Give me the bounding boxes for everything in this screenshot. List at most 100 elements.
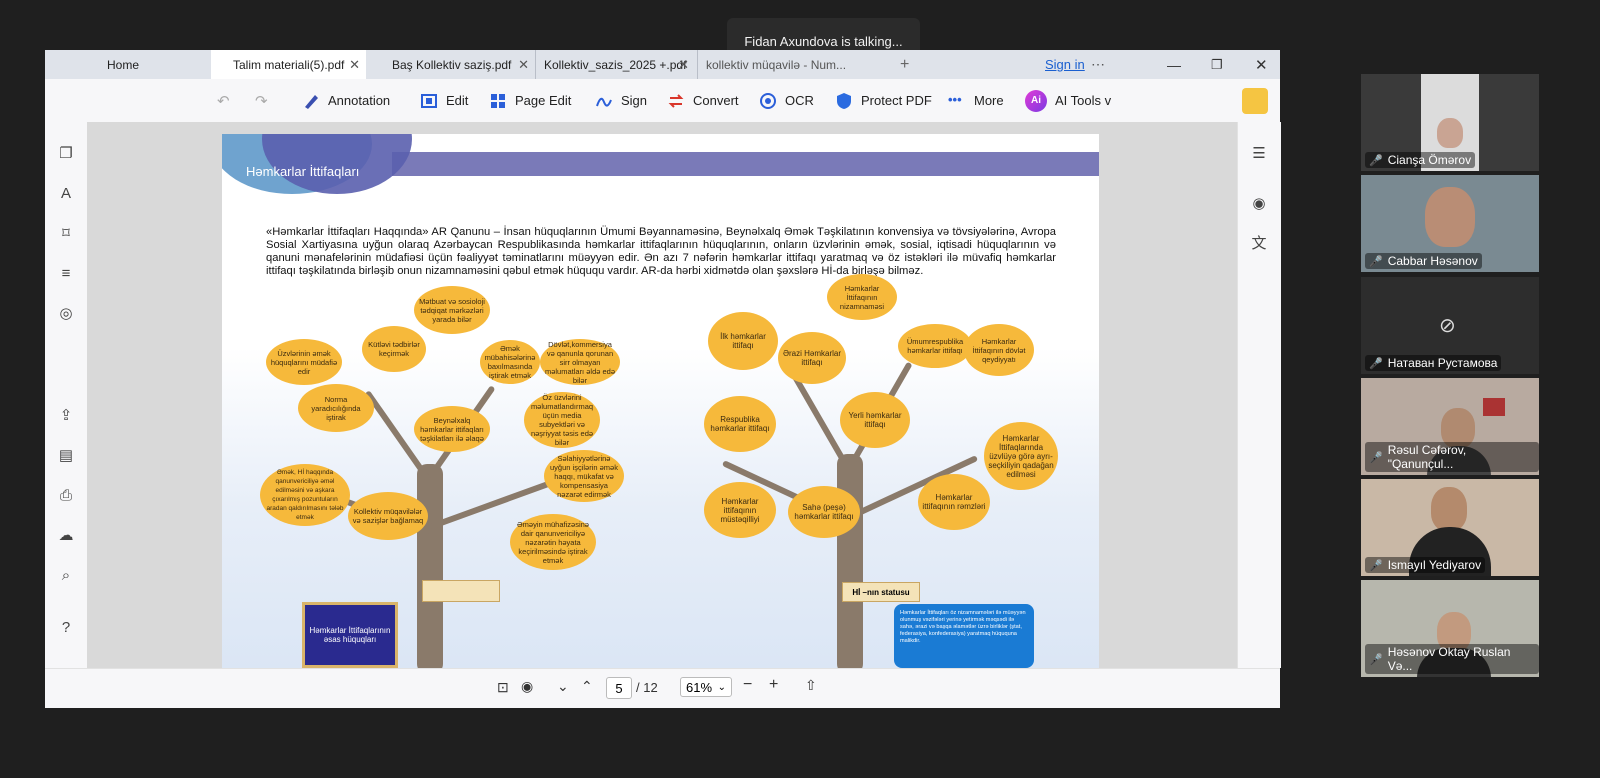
left-sign: Həmkarlar İttifaqlarının əsas hüquqları: [302, 602, 398, 668]
leaf-left-3: Kütləvi tədbirlər keçirmək: [362, 326, 426, 372]
close-icon[interactable]: ✕: [678, 57, 689, 73]
close-icon[interactable]: ✕: [518, 57, 529, 73]
upload-icon[interactable]: ⇧: [805, 677, 817, 694]
tab-label: Baş Kollektiv saziş.pdf: [392, 57, 512, 72]
pages-icon[interactable]: ❐: [56, 144, 76, 164]
sign-in-label: Sign in: [1045, 57, 1085, 72]
ai-tools-label: AI Tools v: [1055, 93, 1112, 108]
assistant-bot-icon[interactable]: ◉: [1249, 194, 1269, 214]
leaf-left-5: Dövlət,kommersiya və qanunla qorunan sir…: [540, 339, 620, 385]
new-tab-icon[interactable]: +: [900, 50, 920, 79]
tab-home[interactable]: Home: [107, 50, 227, 79]
tab-kollektiv-sazis-2025[interactable]: Kollektiv_sazis_2025 +.pdf ✕: [535, 50, 695, 79]
next-page-icon[interactable]: ⌄: [557, 678, 569, 695]
pdf-page: Həmkarlar İttifaqları «Həmkarlar İttifaq…: [222, 134, 1099, 668]
participant-tile[interactable]: 🎤 Cianşa Ömərov: [1361, 74, 1539, 171]
signature-icon: [595, 92, 613, 110]
chevron-down-icon: ⌄: [717, 681, 726, 693]
participant-tile[interactable]: 🎤 Rəsul Cəfərov, "Qanunçul...: [1361, 378, 1539, 475]
edit-label: Edit: [446, 93, 469, 108]
participant-tile[interactable]: 🎤 Cabbar Həsənov: [1361, 175, 1539, 272]
zoom-value: 61%: [686, 679, 713, 695]
mic-muted-icon: 🎤: [1369, 255, 1383, 268]
participant-tile[interactable]: 🎤 Həsənov Oktay Ruslan Və...: [1361, 580, 1539, 677]
participant-tile[interactable]: ⊘ 🎤 Натаван Рустамова: [1361, 277, 1539, 374]
assistant-icon[interactable]: [1242, 79, 1268, 122]
total-pages: / 12: [636, 680, 658, 695]
mic-muted-icon: 🎤: [1369, 451, 1383, 464]
zoom-out-icon[interactable]: −: [743, 676, 752, 694]
more-label: More: [974, 93, 1004, 108]
undo-icon[interactable]: ↶: [217, 79, 230, 122]
leaf-right-11: Həmkarlar ittifaqının rəmzləri: [918, 474, 990, 530]
name-label: Cabbar Həsənov: [1387, 254, 1478, 268]
leaf-left-4: Əmək mübahisələrinə baxılmasında iştirak…: [480, 340, 540, 384]
more-button[interactable]: ••• More: [948, 79, 1004, 122]
participant-tile[interactable]: 🎤 Ismayıl Yediyarov: [1361, 479, 1539, 576]
help-icon[interactable]: ?: [56, 618, 76, 638]
zoom-select[interactable]: 61% ⌄: [680, 677, 732, 697]
zoom-in-icon[interactable]: +: [769, 676, 778, 694]
leaf-right-6: Respublika həmkarlar ittifaqı: [704, 396, 776, 452]
edit-icon: [420, 92, 438, 110]
participant-name: 🎤 Ismayıl Yediyarov: [1365, 557, 1486, 573]
tab-label: Kollektiv_sazis_2025 +.pdf: [544, 57, 687, 72]
translate-icon[interactable]: 文: [1249, 234, 1269, 254]
status-signboard: Hİ –nın statusu: [842, 582, 920, 602]
more-options-icon[interactable]: ⋯: [1091, 50, 1111, 79]
search-icon[interactable]: ⌕: [56, 566, 76, 586]
leaf-right-9: Həmkarlar ittifaqının müstəqilliyi: [704, 482, 776, 538]
leaf-left-1: Mətbuat və sosioloji tədqiqat mərkəzləri…: [414, 286, 490, 334]
eye-icon[interactable]: ◉: [521, 678, 533, 695]
leaf-right-3: Ərazi Həmkarlar ittifaqı: [778, 332, 846, 384]
section-heading: Həmkarlar İttifaqları: [246, 164, 360, 179]
cloud-icon[interactable]: ☁: [56, 526, 76, 546]
page-navigation-bar: ⊡ ◉ ⌄ ⌃ / 12 61% ⌄ − + ⇧: [45, 668, 1280, 708]
list-icon[interactable]: ≡: [56, 264, 76, 284]
protect-pdf-button[interactable]: Protect PDF: [835, 79, 932, 122]
leaf-left-6: Norma yaradıcılığında iştirak: [298, 384, 374, 432]
ocr-button[interactable]: OCR: [759, 79, 814, 122]
ocr-label: OCR: [785, 93, 814, 108]
document-viewport[interactable]: Həmkarlar İttifaqları «Həmkarlar İttifaq…: [87, 122, 1237, 668]
print-icon[interactable]: ⎙: [56, 486, 76, 506]
close-window-icon[interactable]: ✕: [1255, 50, 1275, 79]
tab-talim-materiali[interactable]: Talim materiali(5).pdf ✕: [211, 50, 366, 79]
save-icon[interactable]: ▤: [56, 446, 76, 466]
share-icon[interactable]: ⇪: [56, 406, 76, 426]
annotation-button[interactable]: Annotation: [302, 79, 390, 122]
camera-off-icon: ⊘: [1439, 315, 1456, 337]
edit-button[interactable]: Edit: [420, 79, 468, 122]
participant-name: 🎤 Rəsul Cəfərov, "Qanunçul...: [1365, 442, 1539, 472]
bookmark-icon[interactable]: ⌑: [56, 224, 76, 244]
tab-label: kollektiv müqavilə - Num...: [706, 57, 847, 72]
name-label: Натаван Рустамова: [1387, 356, 1498, 370]
sign-label: Sign: [621, 93, 648, 108]
ai-tools-button[interactable]: Ai AI Tools v: [1025, 79, 1111, 122]
tab-bar: Home Talim materiali(5).pdf ✕ Baş Kollek…: [45, 50, 1280, 79]
right-sidebar: ☰ ◉ 文: [1237, 122, 1281, 668]
sliders-icon[interactable]: ☰: [1249, 144, 1269, 164]
page-edit-label: Page Edit: [515, 93, 572, 108]
name-label: Həsənov Oktay Ruslan Və...: [1387, 645, 1511, 673]
globe-icon[interactable]: ◎: [56, 304, 76, 324]
video-feed: [1425, 187, 1475, 247]
tab-bas-kollektiv[interactable]: Baş Kollektiv saziş.pdf ✕: [385, 50, 535, 79]
page-number-input[interactable]: [606, 677, 632, 699]
close-icon[interactable]: ✕: [349, 57, 360, 73]
left-sidebar: ❐ A ⌑ ≡ ◎ ⇪ ▤ ⎙ ☁ ⌕ ?: [45, 122, 88, 668]
fit-page-icon[interactable]: ⊡: [497, 679, 509, 696]
restore-icon[interactable]: ❐: [1211, 50, 1231, 79]
protect-label: Protect PDF: [861, 93, 932, 108]
convert-button[interactable]: Convert: [667, 79, 739, 122]
header-band: [392, 152, 1099, 176]
sign-button[interactable]: Sign: [595, 79, 647, 122]
tab-kollektiv-muqavile[interactable]: kollektiv müqavilə - Num...: [697, 50, 857, 79]
leaf-left-8: Öz üzvlərini məlumatlandırmaq üçün media…: [524, 392, 600, 448]
redo-icon[interactable]: ↷: [255, 79, 268, 122]
prev-page-icon[interactable]: ⌃: [581, 678, 593, 695]
participant-name: 🎤 Натаван Рустамова: [1365, 355, 1502, 371]
minimize-icon[interactable]: —: [1167, 50, 1187, 79]
page-edit-button[interactable]: Page Edit: [489, 79, 571, 122]
text-size-icon[interactable]: A: [56, 184, 76, 204]
